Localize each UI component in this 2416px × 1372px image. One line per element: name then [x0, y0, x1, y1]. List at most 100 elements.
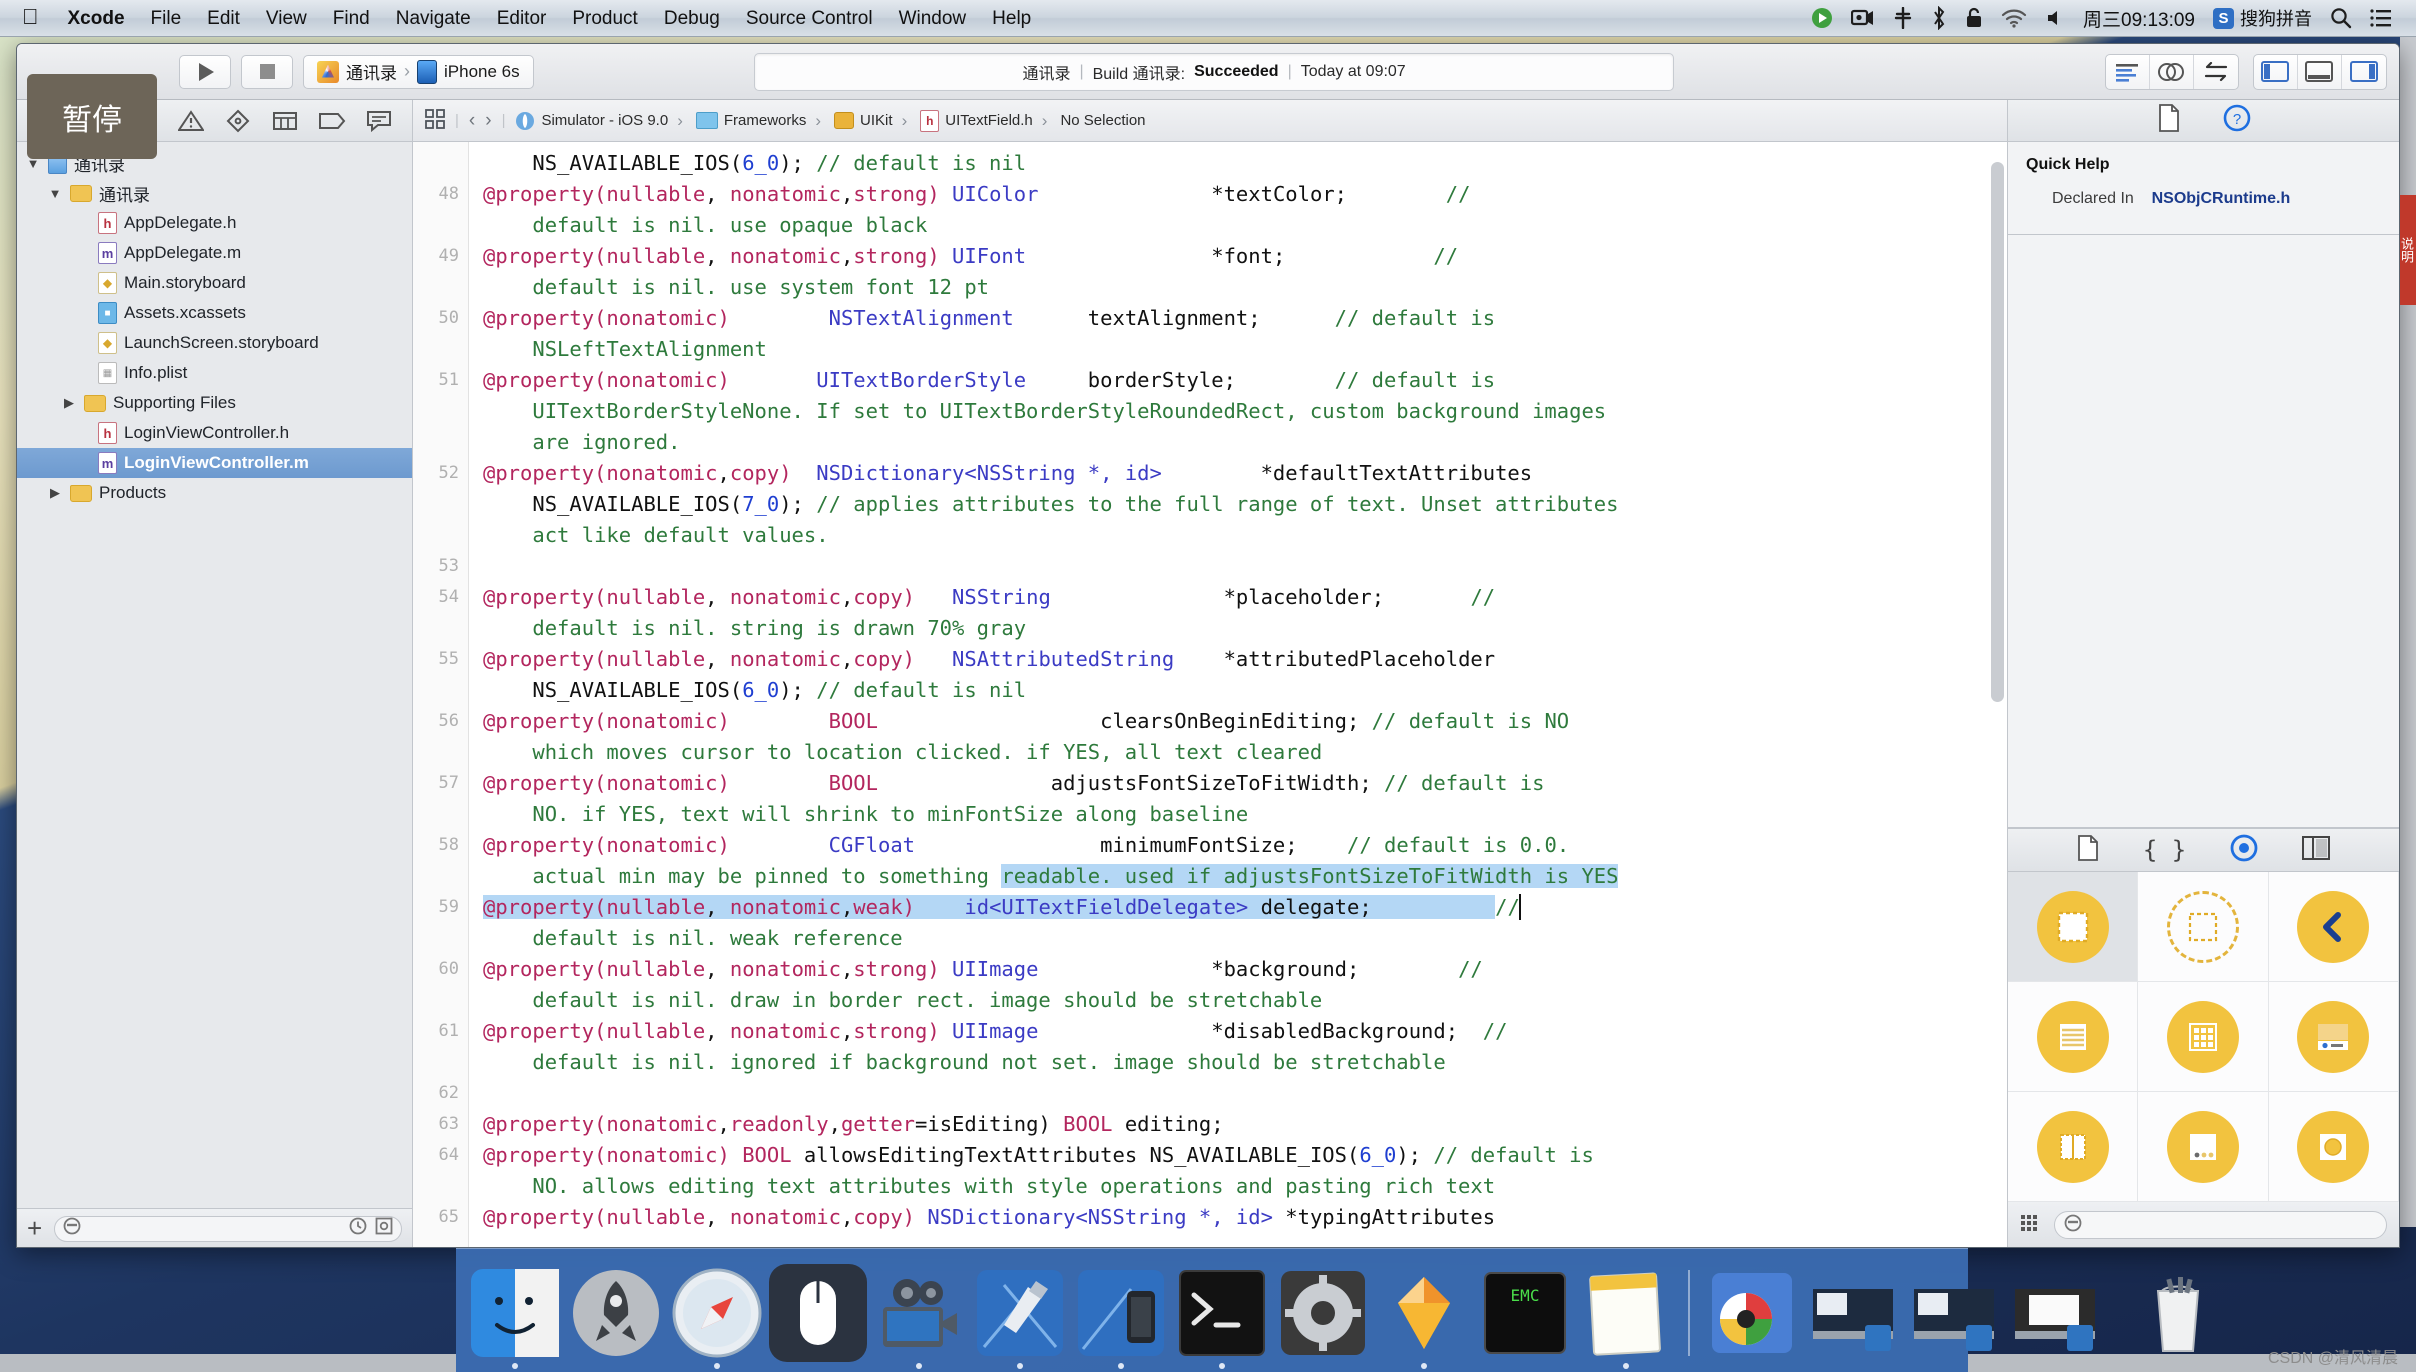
library-item-image-view[interactable]: [2268, 1092, 2399, 1202]
standard-editor-button[interactable]: [2106, 54, 2150, 89]
code-line[interactable]: are ignored.: [483, 427, 2007, 458]
dock-item-launchpad[interactable]: [567, 1264, 665, 1362]
input-method-indicator[interactable]: S 搜狗拼音: [2213, 5, 2312, 31]
library-item-view-controller[interactable]: [2138, 872, 2269, 982]
code-line[interactable]: default is nil. draw in border rect. ima…: [483, 985, 2007, 1016]
code-line[interactable]: @property(nonatomic) BOOL clearsOnBeginE…: [483, 706, 2007, 737]
code-text[interactable]: NS_AVAILABLE_IOS(6_0); // default is nil…: [469, 142, 2007, 1247]
tree-row-appdelegate-h[interactable]: ▸ h AppDelegate.h: [17, 208, 412, 238]
code-line[interactable]: @property(nonatomic) UITextBorderStyle b…: [483, 365, 2007, 396]
code-line[interactable]: @property(nonatomic) BOOL allowsEditingT…: [483, 1140, 2007, 1171]
tree-row-group[interactable]: ▼ 通讯录: [17, 178, 412, 208]
apple-menu-icon[interactable]: : [10, 4, 55, 33]
dock-item-ios-simulator[interactable]: [1072, 1264, 1170, 1369]
dock-item-system-preferences[interactable]: [1274, 1264, 1372, 1362]
tree-row-appdelegate-m[interactable]: ▸ m AppDelegate.m: [17, 238, 412, 268]
related-items-icon[interactable]: [425, 108, 445, 133]
code-line[interactable]: @property(nullable, nonatomic,copy) NSSt…: [483, 582, 2007, 613]
project-tree[interactable]: ▼ 通讯录 ▼ 通讯录 ▸ h AppDelegate.h ▸ m: [17, 142, 412, 1208]
pause-overlay-badge[interactable]: 暂停: [27, 74, 157, 159]
menu-clock[interactable]: 周三09:13:09: [2083, 5, 2195, 32]
dock-item-finder[interactable]: [466, 1264, 564, 1369]
code-line[interactable]: @property(nonatomic) BOOL adjustsFontSiz…: [483, 768, 2007, 799]
library-filter-field[interactable]: [2054, 1211, 2387, 1239]
dock-item-sketch[interactable]: [1375, 1264, 1473, 1369]
code-line[interactable]: NSLeftTextAlignment: [483, 334, 2007, 365]
tree-row-info-plist[interactable]: ▸ ▦ Info.plist: [17, 358, 412, 388]
menu-item-window[interactable]: Window: [886, 0, 980, 37]
breadcrumb-selection[interactable]: No Selection: [1060, 112, 1145, 129]
code-line[interactable]: NO. if YES, text will shrink to minFontS…: [483, 799, 2007, 830]
editor-vertical-scrollbar[interactable]: [1991, 162, 2004, 702]
tree-row-supporting-files[interactable]: ▶ Supporting Files: [17, 388, 412, 418]
scheme-selector[interactable]: 通讯录 › iPhone 6s: [303, 54, 534, 89]
tree-row-launchscreen[interactable]: ▸ ◆ LaunchScreen.storyboard: [17, 328, 412, 358]
airplay-icon[interactable]: [1851, 8, 1875, 28]
breakpoint-navigator-icon[interactable]: [315, 106, 349, 136]
dock-item-safari[interactable]: [668, 1264, 766, 1369]
menu-item-debug[interactable]: Debug: [651, 0, 733, 37]
code-line[interactable]: NO. allows editing text attributes with …: [483, 1171, 2007, 1202]
code-line[interactable]: which moves cursor to location clicked. …: [483, 737, 2007, 768]
filter-scope-icon[interactable]: [2064, 1214, 2082, 1237]
wifi-icon[interactable]: [2001, 8, 2027, 28]
dock-item-quicktime-player[interactable]: [870, 1264, 968, 1369]
menu-item-file[interactable]: File: [138, 0, 195, 37]
breadcrumb-file[interactable]: h UITextField.h ›: [920, 109, 1050, 132]
code-line[interactable]: @property(nonatomic) CGFloat minimumFont…: [483, 830, 2007, 861]
toggle-utilities-button[interactable]: [2342, 55, 2386, 89]
disclosure-triangle-icon[interactable]: ▼: [47, 186, 63, 201]
debug-navigator-icon[interactable]: [268, 106, 302, 136]
toggle-debug-area-button[interactable]: [2298, 54, 2342, 89]
build-status-bar[interactable]: 通讯录 | Build 通讯录: Succeeded | Today at 09…: [754, 52, 1675, 91]
disclosure-triangle-icon[interactable]: ▶: [61, 395, 77, 411]
code-line[interactable]: @property(nullable, nonatomic,copy) NSAt…: [483, 644, 2007, 675]
code-line[interactable]: default is nil. string is drawn 70% gray: [483, 613, 2007, 644]
code-line[interactable]: UITextBorderStyleNone. If set to UITextB…: [483, 396, 2007, 427]
disclosure-triangle-icon[interactable]: ▶: [47, 485, 63, 501]
code-snippet-library-icon[interactable]: { }: [2143, 836, 2186, 864]
code-line[interactable]: @property(nullable, nonatomic,strong) UI…: [483, 1016, 2007, 1047]
tree-row-loginvc-h[interactable]: ▸ h LoginViewController.h: [17, 418, 412, 448]
code-line[interactable]: @property(nullable, nonatomic,weak) id<U…: [483, 892, 2007, 923]
assistant-editor-button[interactable]: [2150, 54, 2194, 89]
declared-in-value[interactable]: NSObjCRuntime.h: [2152, 190, 2291, 207]
code-line[interactable]: @property(nonatomic) NSTextAlignment tex…: [483, 303, 2007, 334]
dock-item-xcode[interactable]: [971, 1264, 1069, 1369]
dock-minimized-window-2[interactable]: [1905, 1264, 2003, 1362]
breadcrumb-frameworks[interactable]: Frameworks ›: [695, 111, 824, 131]
code-line[interactable]: default is nil. ignored if background no…: [483, 1047, 2007, 1078]
add-file-button[interactable]: +: [27, 1213, 42, 1244]
menu-item-editor[interactable]: Editor: [484, 0, 560, 37]
spotlight-icon[interactable]: [2330, 7, 2352, 29]
code-line[interactable]: NS_AVAILABLE_IOS(6_0); // default is nil: [483, 675, 2007, 706]
stop-button[interactable]: [241, 54, 293, 89]
library-item-view[interactable]: [2008, 872, 2139, 982]
tree-row-products[interactable]: ▶ Products: [17, 478, 412, 508]
dock-minimized-window-3[interactable]: [2006, 1264, 2104, 1362]
menu-item-help[interactable]: Help: [979, 0, 1044, 37]
code-line[interactable]: default is nil. use opaque black: [483, 210, 2007, 241]
library-item-split-view-controller[interactable]: [2268, 982, 2399, 1092]
file-inspector-icon[interactable]: [2157, 104, 2181, 137]
dock-item-trash[interactable]: [2129, 1264, 2227, 1362]
test-navigator-icon[interactable]: [221, 106, 255, 136]
tree-row-assets[interactable]: ▸ ■ Assets.xcassets: [17, 298, 412, 328]
library-item-collection-view[interactable]: [2138, 982, 2269, 1092]
code-line[interactable]: @property(nullable, nonatomic,strong) UI…: [483, 241, 2007, 272]
code-line[interactable]: act like default values.: [483, 520, 2007, 551]
code-line[interactable]: @property(nullable, nonatomic,copy) NSDi…: [483, 1202, 2007, 1233]
object-library-grid[interactable]: [2008, 872, 2399, 1202]
volume-icon[interactable]: [2045, 8, 2065, 28]
navigate-forward-button[interactable]: ›: [485, 110, 491, 132]
tree-row-main-storyboard[interactable]: ▸ ◆ Main.storyboard: [17, 268, 412, 298]
object-library-icon[interactable]: [2230, 834, 2258, 867]
code-line[interactable]: [483, 1078, 2007, 1109]
file-template-library-icon[interactable]: [2077, 834, 2099, 866]
toggle-navigator-button[interactable]: [2254, 54, 2298, 89]
code-line[interactable]: @property(nullable, nonatomic,strong) UI…: [483, 954, 2007, 985]
source-control-icon[interactable]: [375, 1217, 393, 1240]
library-item-page-view-controller[interactable]: [2008, 1092, 2139, 1202]
library-item-table-view[interactable]: [2008, 982, 2139, 1092]
menu-item-xcode[interactable]: Xcode: [55, 0, 138, 37]
